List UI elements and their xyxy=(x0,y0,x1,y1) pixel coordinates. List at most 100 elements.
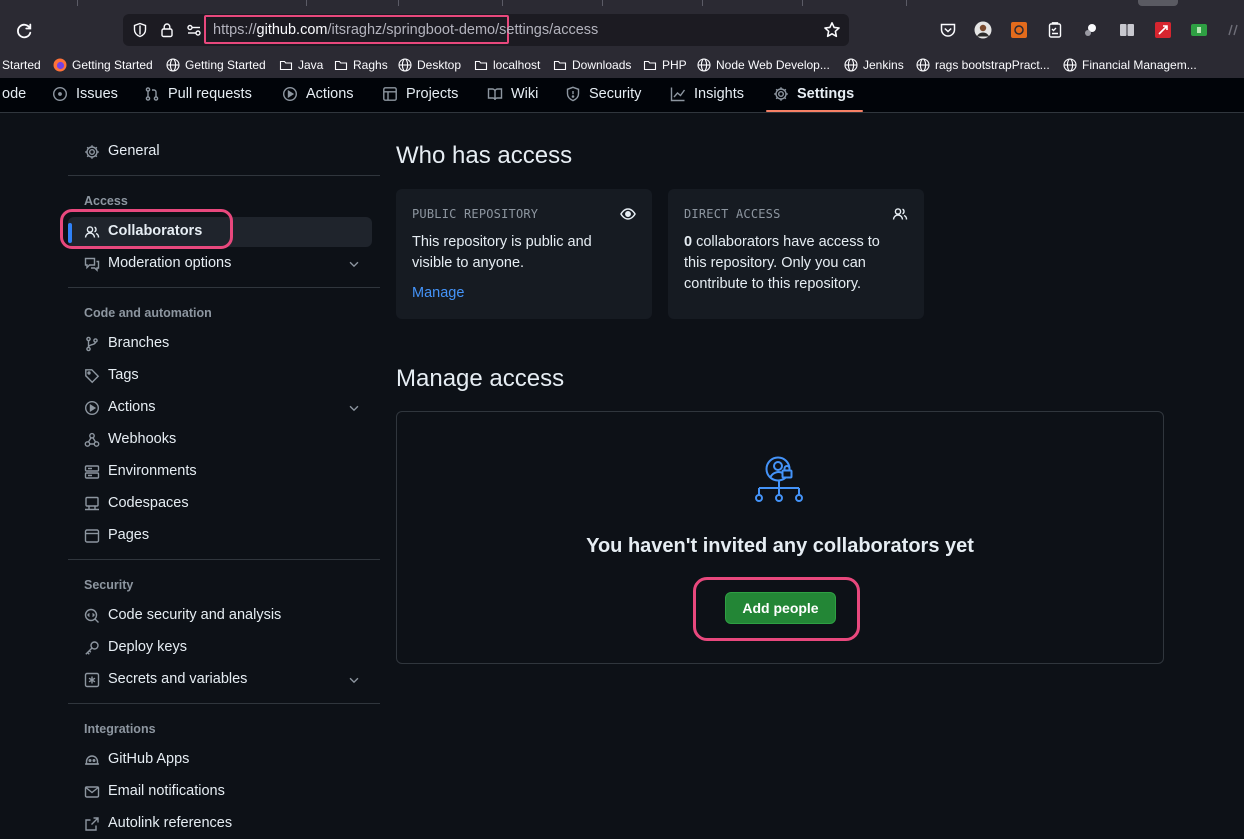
bookmark-label: Jenkins xyxy=(863,58,904,72)
tab-insights[interactable]: Insights xyxy=(670,81,744,107)
sidebar-item-label: Moderation options xyxy=(108,255,232,271)
bookmark-item[interactable]: Downloads xyxy=(553,58,631,72)
globe-icon xyxy=(166,58,180,72)
tab-security[interactable]: Security xyxy=(565,81,641,107)
sidebar-item-general[interactable]: General xyxy=(68,137,372,167)
card-body: This repository is public and visible to… xyxy=(412,234,592,271)
globe-icon xyxy=(697,58,711,72)
tab-settings[interactable]: Settings xyxy=(773,81,854,107)
globe-icon xyxy=(844,58,858,72)
sidebar-item-tags[interactable]: Tags xyxy=(68,361,372,391)
webhook-icon xyxy=(84,432,100,447)
tab-label: Wiki xyxy=(511,86,539,102)
bookmark-label: Getting Started xyxy=(185,58,266,72)
lock-icon[interactable] xyxy=(159,22,175,38)
manage-access-heading: Manage access xyxy=(396,365,565,392)
tab-edge xyxy=(702,0,703,6)
extension-green-icon[interactable] xyxy=(1190,21,1208,39)
bookmark-label: localhost xyxy=(493,58,541,72)
bookmark-item[interactable]: PHP xyxy=(643,58,687,72)
sidebar-item-codespaces[interactable]: Codespaces xyxy=(68,489,372,519)
extension-sun-icon[interactable] xyxy=(1010,21,1028,39)
tab-overflow[interactable] xyxy=(1138,0,1178,6)
sidebar-item-deploy-keys[interactable]: Deploy keys xyxy=(68,633,372,663)
collaborator-lock-icon xyxy=(755,456,803,502)
comment-discussion-icon xyxy=(84,257,100,272)
bookmark-item[interactable]: Raghs xyxy=(334,58,388,72)
sidebar-item-code-security[interactable]: Code security and analysis xyxy=(68,601,372,631)
manage-link[interactable]: Manage xyxy=(412,285,464,301)
sidebar-item-label: Webhooks xyxy=(108,431,177,447)
divider xyxy=(68,287,380,288)
divider xyxy=(68,703,380,704)
url-prefix: https:// xyxy=(213,22,257,38)
sidebar-item-email-notifications[interactable]: Email notifications xyxy=(68,777,372,807)
card-body: 0 collaborators have access to this repo… xyxy=(684,232,899,295)
tab-label: Pull requests xyxy=(168,86,252,102)
bookmark-item[interactable]: Desktop xyxy=(398,58,461,72)
bookmark-item[interactable]: Financial Managem... xyxy=(1063,58,1197,72)
sidebar-item-actions[interactable]: Actions xyxy=(68,393,372,423)
reader-view-icon[interactable] xyxy=(1118,21,1136,39)
bookmark-item[interactable]: localhost xyxy=(474,58,540,72)
add-people-button[interactable]: Add people xyxy=(725,592,836,624)
sidebar-item-label: Autolink references xyxy=(108,815,233,831)
sidebar-item-pages[interactable]: Pages xyxy=(68,521,372,551)
bookmark-item[interactable]: Java xyxy=(279,58,323,72)
server-icon xyxy=(84,465,100,479)
sidebar-item-github-apps[interactable]: GitHub Apps xyxy=(68,745,372,775)
bookmark-star-icon[interactable] xyxy=(823,21,841,39)
collaborators-highlight-box xyxy=(60,209,233,249)
sidebar-item-label: Deploy keys xyxy=(108,639,187,655)
reload-icon[interactable] xyxy=(15,22,33,40)
tab-projects[interactable]: Projects xyxy=(382,81,458,107)
sidebar-item-secrets[interactable]: Secrets and variables xyxy=(68,665,372,695)
tab-code[interactable]: ode xyxy=(2,81,26,107)
tab-pull-requests[interactable]: Pull requests xyxy=(144,81,252,107)
firefox-icon xyxy=(53,58,67,72)
bookmark-label: Getting Started xyxy=(72,58,153,72)
bookmark-label: PHP xyxy=(662,58,687,72)
pull-request-icon xyxy=(145,87,159,101)
profile-avatar-icon[interactable] xyxy=(974,21,992,39)
pocket-icon[interactable] xyxy=(939,21,957,39)
sidebar-item-branches[interactable]: Branches xyxy=(68,329,372,359)
bookmark-item[interactable]: Jenkins xyxy=(844,58,904,72)
tab-actions[interactable]: Actions xyxy=(282,81,354,107)
tab-wiki[interactable]: Wiki xyxy=(487,81,538,107)
globe-icon xyxy=(398,58,412,72)
bookmark-item[interactable]: Getting Started xyxy=(166,58,266,72)
tab-edge xyxy=(802,0,803,6)
issue-icon xyxy=(52,86,68,102)
mail-icon xyxy=(84,786,100,798)
shield-icon xyxy=(566,86,580,102)
play-icon xyxy=(282,86,298,102)
sidebar-item-label: Environments xyxy=(108,463,197,479)
bookmark-item[interactable]: Started xyxy=(2,58,41,72)
overflow-menu-icon[interactable] xyxy=(1226,21,1244,39)
extension-puzzle-icon[interactable] xyxy=(1082,21,1100,39)
permissions-icon[interactable] xyxy=(186,22,202,38)
sidebar-item-environments[interactable]: Environments xyxy=(68,457,372,487)
manage-access-panel: You haven't invited any collaborators ye… xyxy=(396,411,1164,664)
sidebar-item-label: GitHub Apps xyxy=(108,751,190,767)
address-bar[interactable]: https://github.com/itsraghz/springboot-d… xyxy=(123,14,849,46)
extension-red-icon[interactable] xyxy=(1154,21,1172,39)
extension-clipboard-icon[interactable] xyxy=(1046,21,1064,39)
sidebar-item-label: General xyxy=(108,143,160,159)
bookmark-label: Node Web Develop... xyxy=(716,58,830,72)
sidebar-item-moderation-options[interactable]: Moderation options xyxy=(68,249,372,279)
tab-label: Issues xyxy=(76,86,118,102)
tag-icon xyxy=(85,369,100,384)
tab-edge xyxy=(602,0,603,6)
sidebar-item-webhooks[interactable]: Webhooks xyxy=(68,425,372,455)
url-text[interactable]: https://github.com/itsraghz/springboot-d… xyxy=(213,22,598,38)
sidebar-item-autolink-references[interactable]: Autolink references xyxy=(68,809,372,839)
bookmark-item[interactable]: Node Web Develop... xyxy=(697,58,830,72)
tab-issues[interactable]: Issues xyxy=(52,81,118,107)
bookmark-item[interactable]: rags bootstrapPract... xyxy=(916,58,1050,72)
bookmark-item[interactable]: Getting Started xyxy=(53,58,153,72)
chevron-down-icon xyxy=(349,261,359,268)
tab-edge xyxy=(77,0,78,6)
shield-tracking-icon[interactable] xyxy=(132,22,148,38)
